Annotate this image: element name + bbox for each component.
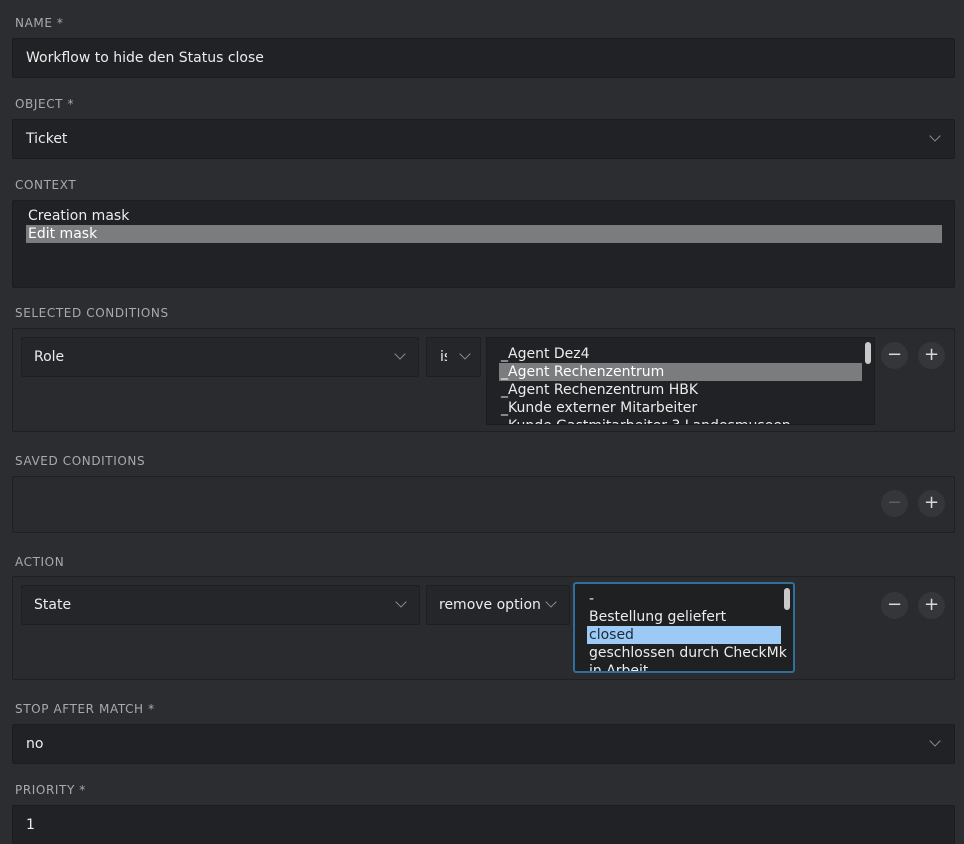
chevron-down-icon (545, 596, 557, 608)
object-value: Ticket (26, 131, 68, 147)
action-value-option[interactable]: - (587, 590, 781, 608)
plus-icon: + (923, 344, 940, 365)
action-values-listbox[interactable]: - Bestellung geliefert closed geschlosse… (573, 582, 795, 673)
add-saved-condition-button[interactable]: + (918, 490, 945, 517)
condition-value-option[interactable]: _Agent Dez4 (499, 345, 862, 363)
remove-condition-button[interactable]: − (881, 342, 908, 369)
context-option[interactable]: Creation mask (26, 207, 942, 225)
stop-after-match-label: STOP AFTER MATCH * (15, 702, 155, 716)
condition-value-option-selected[interactable]: _Agent Rechenzentrum (499, 363, 862, 381)
action-value-option-selected[interactable]: closed (587, 626, 781, 644)
condition-value-option[interactable]: _Agent Rechenzentrum HBK (499, 381, 862, 399)
object-select[interactable]: Ticket (12, 119, 955, 159)
action-operator-value: remove option (439, 597, 541, 613)
action-panel: State remove option - Bestellung geliefe… (12, 576, 955, 680)
condition-values-listbox[interactable]: _Agent Dez4 _Agent Rechenzentrum _Agent … (486, 337, 875, 425)
stop-after-match-select[interactable]: no (12, 724, 955, 764)
selected-conditions-label: SELECTED CONDITIONS (15, 306, 169, 320)
plus-icon: + (923, 594, 940, 615)
scrollbar-thumb[interactable] (865, 342, 871, 364)
action-value-option[interactable]: Bestellung geliefert (587, 608, 781, 626)
chevron-down-icon (929, 130, 941, 142)
name-label: NAME * (15, 16, 64, 30)
priority-label: PRIORITY * (15, 783, 86, 797)
remove-action-button[interactable]: − (881, 592, 908, 619)
plus-icon: + (923, 492, 940, 513)
context-option-selected[interactable]: Edit mask (26, 225, 942, 243)
condition-value-option[interactable]: _Kunde externer Mitarbeiter (499, 399, 862, 417)
action-value-option[interactable]: in Arbeit (587, 662, 781, 671)
condition-attribute-select[interactable]: Role (21, 337, 419, 377)
chevron-down-icon (459, 348, 471, 360)
object-label: OBJECT * (15, 97, 75, 111)
chevron-down-icon (395, 596, 407, 608)
context-listbox[interactable]: Creation mask Edit mask (12, 200, 955, 288)
condition-attribute-value: Role (34, 349, 65, 365)
remove-saved-condition-button[interactable]: − (881, 490, 908, 517)
minus-icon: − (886, 344, 903, 365)
stop-after-match-value: no (26, 736, 44, 752)
action-attribute-value: State (34, 597, 72, 613)
chevron-down-icon (929, 735, 941, 747)
context-label: CONTEXT (15, 178, 77, 192)
condition-operator-value: is (440, 349, 447, 365)
add-action-button[interactable]: + (918, 592, 945, 619)
action-attribute-select[interactable]: State (21, 585, 420, 625)
action-operator-select[interactable]: remove option (426, 585, 570, 625)
condition-value-option[interactable]: _Kunde Gastmitarbeiter 3 Landesmuseen (499, 417, 862, 424)
minus-icon: − (886, 594, 903, 615)
condition-operator-select[interactable]: is (426, 337, 481, 377)
name-input[interactable]: Workflow to hide den Status close (12, 38, 955, 78)
saved-conditions-label: SAVED CONDITIONS (15, 454, 146, 468)
action-label: ACTION (15, 555, 65, 569)
selected-conditions-panel: Role is _Agent Dez4 _Agent Rechenzentrum… (12, 328, 955, 432)
add-condition-button[interactable]: + (918, 342, 945, 369)
minus-icon: − (886, 492, 903, 513)
chevron-down-icon (394, 348, 406, 360)
scrollbar-thumb[interactable] (784, 588, 790, 610)
action-value-option[interactable]: geschlossen durch CheckMk (587, 644, 787, 662)
saved-conditions-panel: − + (12, 476, 955, 533)
priority-input[interactable]: 1 (12, 805, 955, 844)
